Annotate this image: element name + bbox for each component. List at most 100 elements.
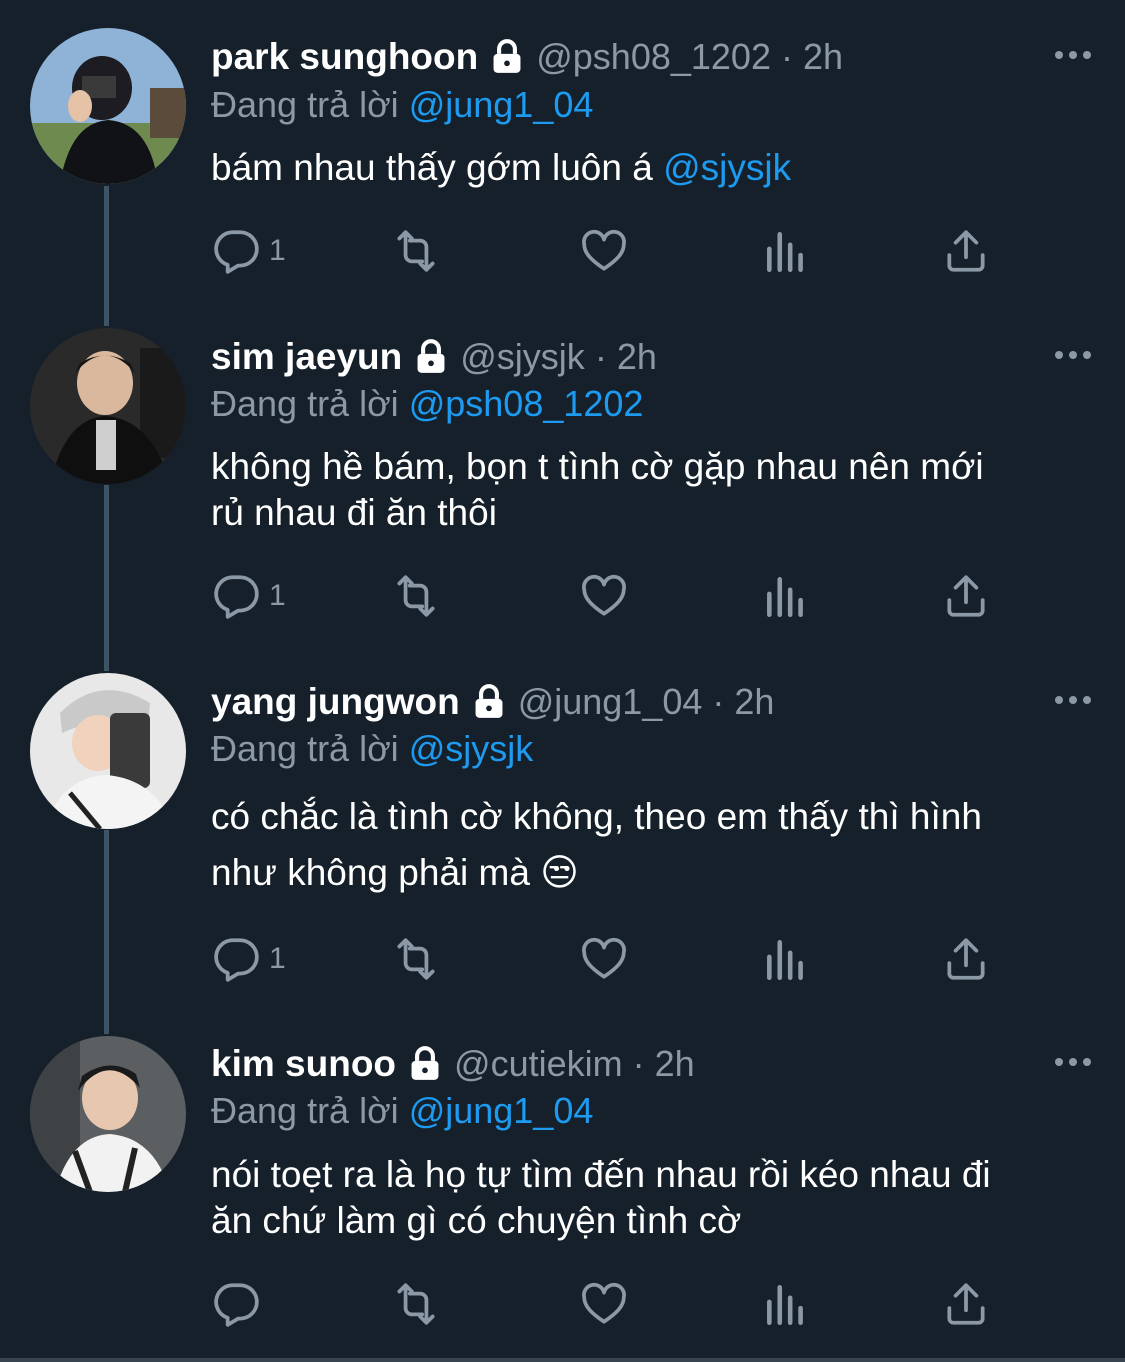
tweet-text-line: không hề bám, bọn t tình cờ gặp nhau nên… [211, 446, 984, 487]
replying-label: Đang trả lời [211, 383, 399, 424]
tweet-header: yang jungwon @jung1_04 · 2h [211, 677, 1095, 727]
timestamp[interactable]: 2h [655, 1043, 695, 1085]
more-icon[interactable] [1051, 340, 1095, 370]
action-bar: 1 [211, 221, 1011, 281]
reply-count: 1 [269, 942, 286, 975]
display-name[interactable]: kim sunoo [211, 1043, 396, 1085]
replying-label: Đang trả lời [211, 1090, 399, 1131]
display-name[interactable]: sim jaeyun [211, 336, 402, 378]
views-button[interactable] [761, 929, 811, 989]
tweet-text-line: như không phải mà 😒 [211, 852, 579, 893]
views-button[interactable] [761, 1274, 811, 1334]
action-bar: 1 [211, 929, 1011, 989]
tweet-text: không hề bám, bọn t tình cờ gặp nhau nên… [211, 444, 1091, 536]
more-icon[interactable] [1051, 40, 1095, 70]
user-handle[interactable]: @jung1_04 [518, 681, 703, 723]
retweet-icon [397, 230, 435, 272]
replying-to: Đang trả lời @jung1_04 [211, 84, 593, 126]
reply-button[interactable]: 1 [211, 929, 286, 989]
views-icon [767, 1285, 803, 1326]
mention-link[interactable]: @sjysjk [663, 147, 791, 188]
like-button[interactable] [579, 566, 629, 626]
heart-icon [582, 1282, 626, 1324]
timestamp[interactable]: 2h [617, 336, 657, 378]
display-name[interactable]: yang jungwon [211, 681, 460, 723]
more-icon[interactable] [1051, 685, 1095, 715]
avatar[interactable] [30, 673, 186, 829]
tweet-text: bám nhau thấy gớm luôn á @sjysjk [211, 145, 1091, 191]
share-button[interactable] [941, 929, 991, 989]
replying-label: Đang trả lời [211, 728, 399, 769]
timestamp[interactable]: 2h [803, 36, 843, 78]
like-button[interactable] [579, 929, 629, 989]
views-button[interactable] [761, 221, 811, 281]
heart-icon [582, 937, 626, 979]
action-bar: 1 [211, 566, 1011, 626]
reply-button[interactable]: 1 [211, 566, 286, 626]
share-icon [947, 230, 985, 272]
user-handle[interactable]: @psh08_1202 [536, 36, 771, 78]
separator-dot: · [780, 36, 793, 77]
replying-label: Đang trả lời [211, 84, 399, 125]
heart-icon [582, 574, 626, 616]
tweet[interactable]: park sunghoon @psh08_1202 · 2h Đang trả … [0, 0, 1125, 326]
heart-icon [582, 229, 626, 271]
divider [0, 1358, 1125, 1362]
share-button[interactable] [941, 1274, 991, 1334]
separator-dot: · [632, 1043, 645, 1084]
tweet-header: park sunghoon @psh08_1202 · 2h [211, 32, 1095, 82]
timestamp[interactable]: 2h [734, 681, 774, 723]
retweet-button[interactable] [391, 1274, 441, 1334]
tweet-text-line: ăn chứ làm gì có chuyện tình cờ [211, 1200, 742, 1241]
tweet-text-line: nói toẹt ra là họ tự tìm đến nhau rồi ké… [211, 1154, 991, 1195]
lock-icon [493, 39, 521, 73]
user-handle[interactable]: @sjysjk [460, 336, 585, 378]
tweet[interactable]: sim jaeyun @sjysjk · 2h Đang trả lời @ps… [0, 326, 1125, 671]
views-icon [767, 577, 803, 618]
reply-count: 1 [269, 579, 286, 612]
tweet-text-line: rủ nhau đi ăn thôi [211, 492, 497, 533]
reply-mention-link[interactable]: @jung1_04 [409, 84, 594, 125]
share-icon [947, 575, 985, 617]
avatar[interactable] [30, 28, 186, 184]
retweet-icon [397, 575, 435, 617]
lock-icon [475, 684, 503, 718]
views-icon [767, 232, 803, 273]
retweet-button[interactable] [391, 566, 441, 626]
tweet-text-line: bám nhau thấy gớm luôn á [211, 147, 664, 188]
like-button[interactable] [579, 1274, 629, 1334]
reply-icon [214, 575, 259, 619]
reply-mention-link[interactable]: @sjysjk [409, 728, 534, 769]
more-icon[interactable] [1051, 1047, 1095, 1077]
lock-icon [417, 339, 445, 373]
reply-icon [214, 1283, 259, 1327]
separator-dot: · [594, 336, 607, 377]
share-button[interactable] [941, 221, 991, 281]
retweet-icon [397, 1283, 435, 1325]
retweet-icon [397, 938, 435, 980]
like-button[interactable] [579, 221, 629, 281]
share-button[interactable] [941, 566, 991, 626]
tweet[interactable]: kim sunoo @cutiekim · 2h Đang trả lời @j… [0, 1034, 1125, 1362]
views-button[interactable] [761, 566, 811, 626]
reply-mention-link[interactable]: @jung1_04 [409, 1090, 594, 1131]
tweet[interactable]: yang jungwon @jung1_04 · 2h Đang trả lời… [0, 671, 1125, 1034]
retweet-button[interactable] [391, 221, 441, 281]
share-icon [947, 1283, 985, 1325]
reply-icon [214, 230, 259, 274]
reply-button[interactable]: 1 [211, 221, 286, 281]
retweet-button[interactable] [391, 929, 441, 989]
views-icon [767, 940, 803, 981]
reply-mention-link[interactable]: @psh08_1202 [409, 383, 644, 424]
replying-to: Đang trả lời @sjysjk [211, 728, 533, 770]
avatar[interactable] [30, 1036, 186, 1192]
action-bar [211, 1274, 1011, 1334]
avatar[interactable] [30, 328, 186, 484]
reply-count: 1 [269, 234, 286, 267]
tweet-text: nói toẹt ra là họ tự tìm đến nhau rồi ké… [211, 1152, 1091, 1244]
user-handle[interactable]: @cutiekim [454, 1043, 623, 1085]
replying-to: Đang trả lời @psh08_1202 [211, 383, 643, 425]
display-name[interactable]: park sunghoon [211, 36, 478, 78]
lock-icon [411, 1046, 439, 1080]
reply-button[interactable] [211, 1274, 269, 1334]
